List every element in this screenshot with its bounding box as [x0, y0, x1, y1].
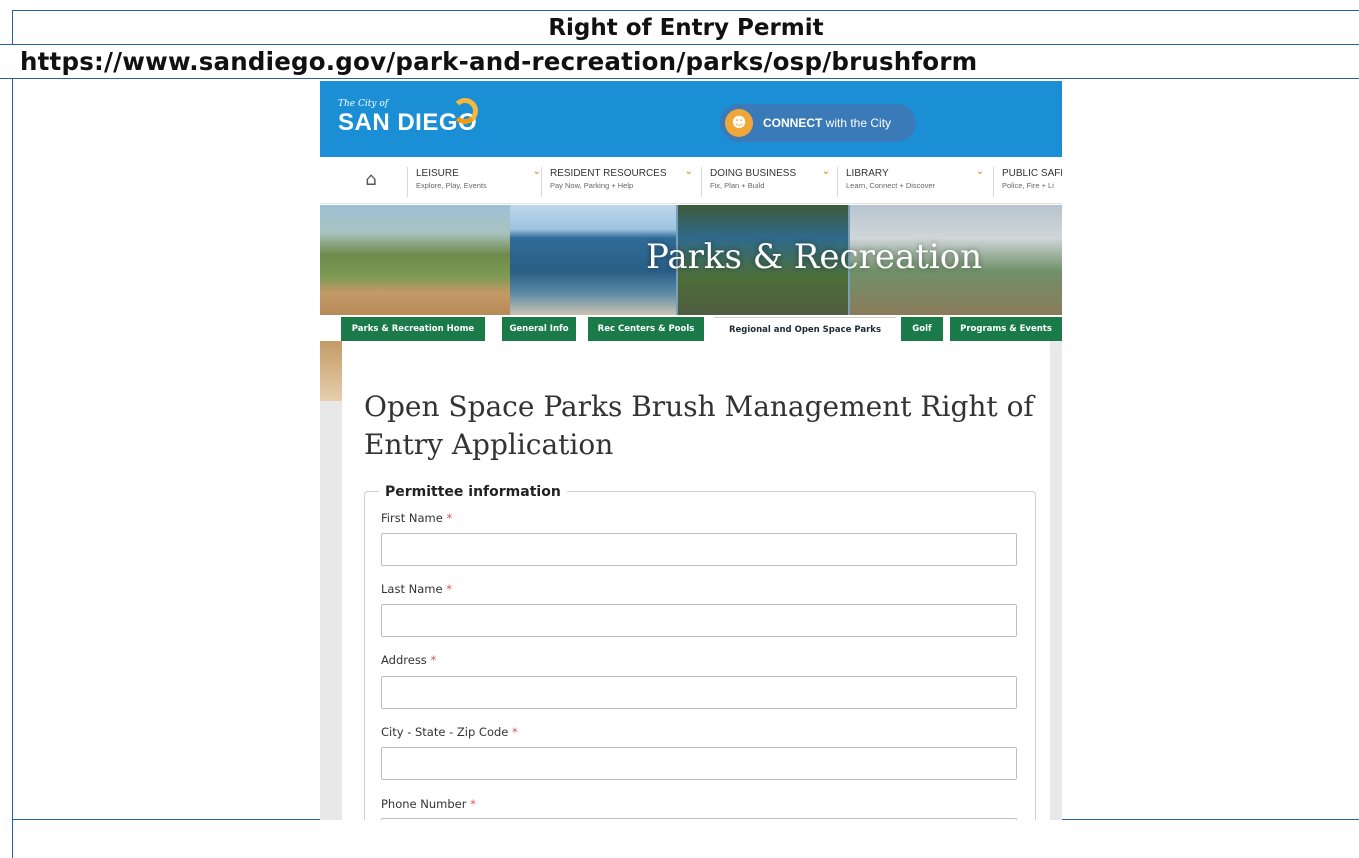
nav-item-leisure[interactable]: LEISURE Explore, Play, Events ⌄	[407, 166, 541, 197]
phone-number-input[interactable]	[381, 818, 1017, 820]
left-gutter	[320, 401, 342, 820]
nav-label: RESIDENT RESOURCES	[550, 168, 667, 179]
title-row: Right of Entry Permit	[12, 10, 1359, 44]
label-text: City - State - Zip Code	[381, 725, 509, 739]
permittee-fieldset: Permittee information First Name * Last …	[364, 482, 1036, 820]
chevron-down-icon: ⌄	[684, 166, 693, 177]
empty-cell	[12, 820, 1359, 858]
main-nav: ⌂ LEISURE Explore, Play, Events ⌄ RESIDE…	[320, 157, 1062, 204]
home-icon[interactable]: ⌂	[360, 169, 382, 191]
required-mark: *	[470, 797, 476, 811]
fieldset-legend: Permittee information	[379, 482, 567, 502]
chevron-down-icon: ⌄	[975, 166, 984, 177]
nav-item-resident-resources[interactable]: RESIDENT RESOURCES Pay Now, Parking + He…	[541, 166, 693, 197]
nav-label: DOING BUSINESS	[710, 168, 797, 179]
first-name-input[interactable]	[381, 533, 1017, 566]
connect-button[interactable]: ☻ CONNECT with the City	[720, 104, 916, 142]
address-input[interactable]	[381, 676, 1017, 709]
nav-label: PUBLIC SAFE	[1002, 168, 1062, 179]
connect-bold-text: CONNECT	[763, 116, 823, 130]
website-screenshot: The City of SAN DIEGO ☻ CONNECT with the…	[320, 81, 1062, 820]
chevron-down-icon: ⌄	[821, 166, 830, 177]
chevron-down-icon: ⌄	[532, 166, 541, 177]
connect-rest-text: with the City	[822, 116, 892, 130]
last-name-label: Last Name *	[381, 581, 452, 597]
label-text: Address	[381, 653, 427, 667]
nav-sub: Fix, Plan + Build	[710, 181, 765, 190]
hero-banner: Parks & Recreation	[320, 205, 1062, 315]
label-text: Phone Number	[381, 797, 467, 811]
phone-number-label: Phone Number *	[381, 796, 476, 812]
nav-item-public-safety[interactable]: PUBLIC SAFE Police, Fire + Li	[993, 167, 1062, 197]
address-label: Address *	[381, 652, 436, 668]
connect-label: CONNECT with the City	[763, 116, 891, 130]
nav-sub: Explore, Play, Events	[416, 181, 487, 190]
tab-parks-recreation-home[interactable]: Parks & Recreation Home	[341, 317, 485, 341]
first-name-label: First Name *	[381, 510, 452, 526]
sun-logo-icon	[452, 98, 478, 124]
tab-general-info[interactable]: General Info	[502, 317, 576, 341]
page-title: Open Space Parks Brush Management Right …	[364, 389, 1034, 461]
nav-item-library[interactable]: LIBRARY Learn, Connect + Discover ⌄	[837, 166, 984, 197]
required-mark: *	[446, 582, 452, 596]
nav-sub: Learn, Connect + Discover	[846, 181, 936, 190]
trail-photo	[320, 205, 510, 315]
document-title: Right of Entry Permit	[548, 15, 824, 41]
required-mark: *	[446, 511, 453, 525]
url-row: https://www.sandiego.gov/park-and-recrea…	[0, 44, 1359, 79]
city-state-zip-input[interactable]	[381, 747, 1017, 780]
side-photo-strip	[320, 341, 342, 401]
label-text: Last Name	[381, 582, 443, 596]
document-url: https://www.sandiego.gov/park-and-recrea…	[20, 47, 978, 76]
city-state-zip-label: City - State - Zip Code *	[381, 724, 518, 740]
tab-golf[interactable]: Golf	[901, 317, 943, 341]
site-header: The City of SAN DIEGO ☻ CONNECT with the…	[320, 81, 1062, 157]
tab-programs-events[interactable]: Programs & Events	[950, 317, 1062, 341]
nav-sub: Police, Fire + Li	[1002, 181, 1054, 190]
tab-rec-centers-pools[interactable]: Rec Centers & Pools	[588, 317, 704, 341]
nav-sub: Pay Now, Parking + Help	[550, 181, 634, 190]
nav-label: LIBRARY	[846, 168, 889, 179]
nav-label: LEISURE	[416, 168, 459, 179]
required-mark: *	[430, 653, 437, 667]
label-text: First Name	[381, 511, 443, 525]
people-icon: ☻	[725, 109, 753, 137]
required-mark: *	[512, 725, 518, 739]
banner-title: Parks & Recreation	[646, 237, 983, 277]
last-name-input[interactable]	[381, 604, 1017, 637]
section-tabs: Parks & Recreation Home General Info Rec…	[320, 317, 1062, 342]
nav-item-doing-business[interactable]: DOING BUSINESS Fix, Plan + Build ⌄	[701, 166, 830, 197]
tab-regional-open-space-parks[interactable]: Regional and Open Space Parks	[714, 317, 896, 342]
right-gutter	[1050, 341, 1062, 820]
